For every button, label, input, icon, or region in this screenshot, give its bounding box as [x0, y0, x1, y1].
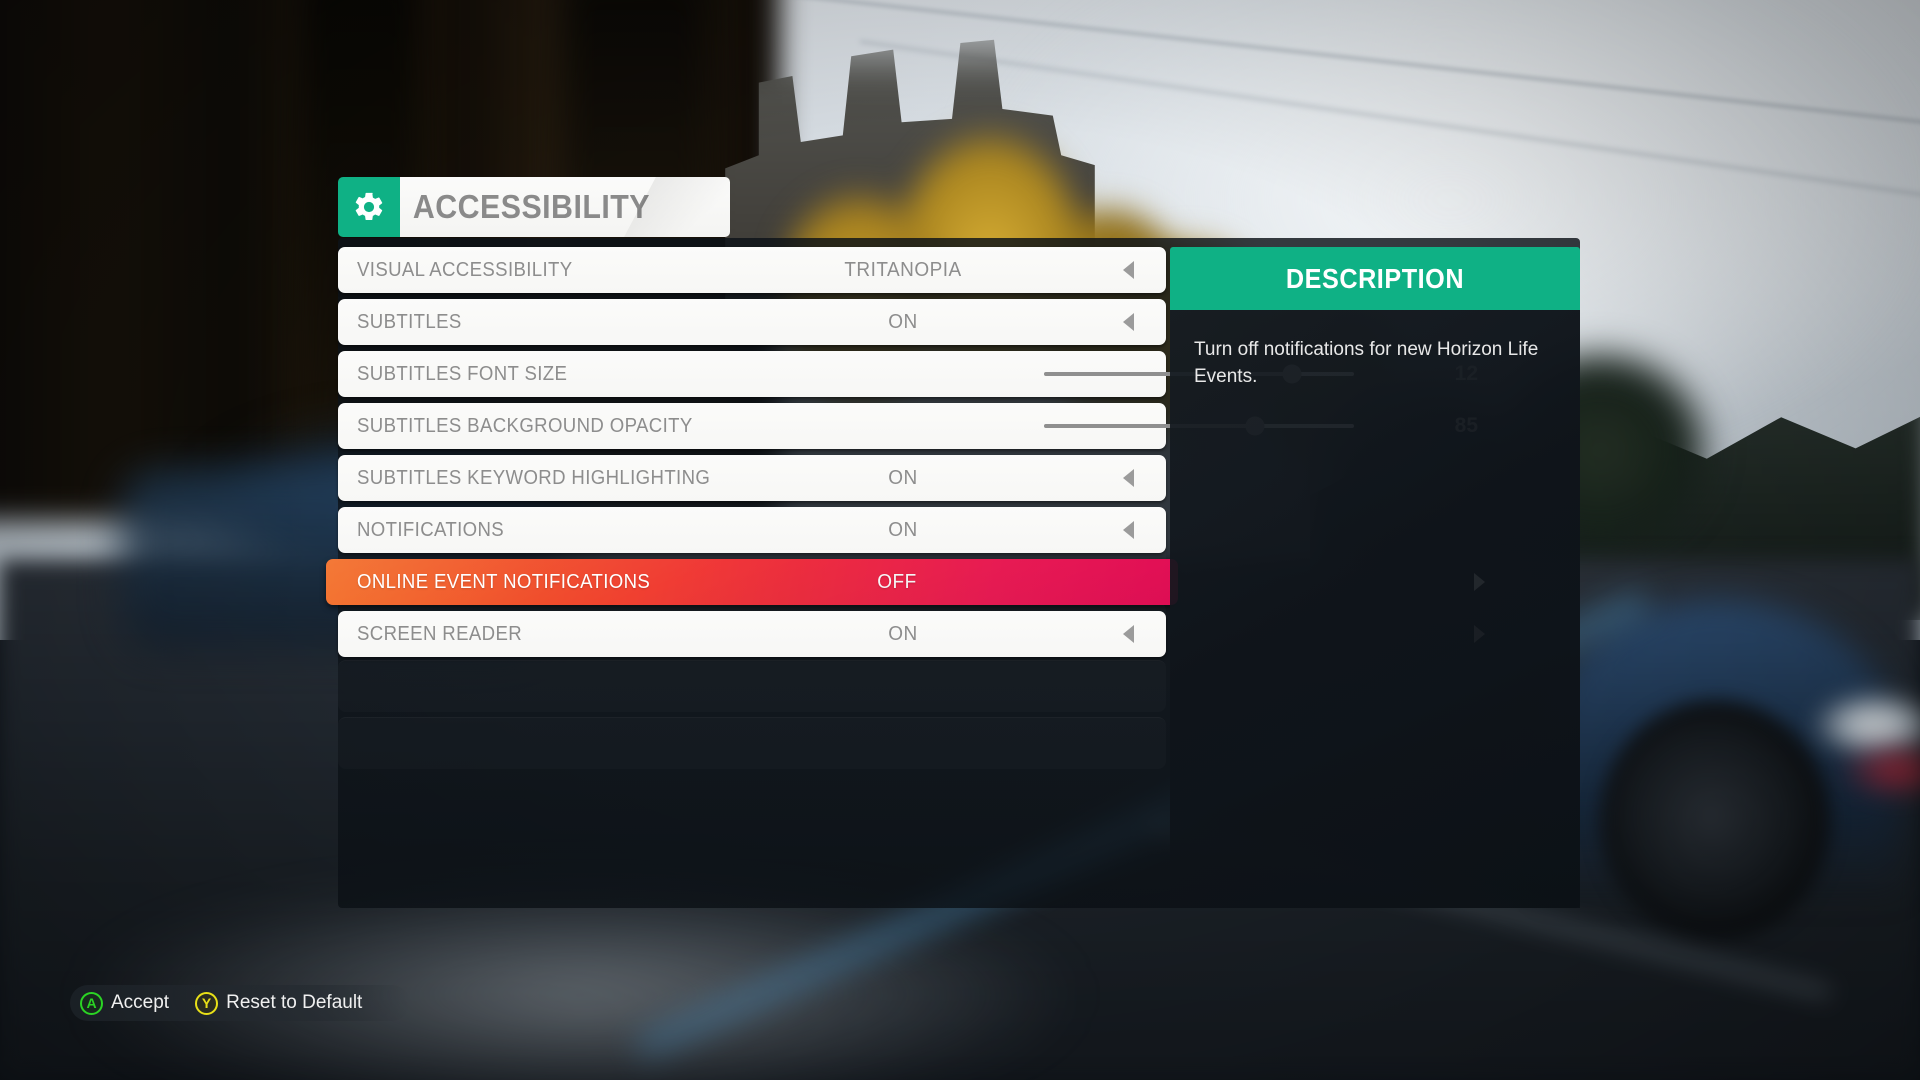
button-prompt-label: Reset to Default	[226, 992, 363, 1013]
description-header: DESCRIPTION	[1170, 247, 1580, 310]
page-title: ACCESSIBILITY	[412, 188, 650, 225]
setting-row[interactable]: SUBTITLES BACKGROUND OPACITY85	[338, 403, 1478, 449]
setting-row[interactable]: NOTIFICATIONS ON	[338, 507, 1166, 553]
setting-row[interactable]: VISUAL ACCESSIBILITY TRITANOPIA	[338, 247, 1485, 293]
gear-icon	[338, 177, 400, 237]
gamepad-y-button-icon: Y	[195, 991, 219, 1015]
description-panel: DESCRIPTION Turn off notifications for n…	[1170, 247, 1580, 908]
setting-row-label: SUBTITLES FONT SIZE	[357, 362, 568, 385]
setting-row[interactable]: SUBTITLES FONT SIZE12	[338, 351, 1478, 397]
setting-row[interactable]: SUBTITLES KEYWORD HIGHLIGHTING ON	[338, 455, 1166, 501]
page-header: ACCESSIBILITY	[338, 177, 730, 237]
button-prompt-bar: A Accept Y Reset to Default	[70, 985, 411, 1021]
button-prompt-label: Accept	[111, 992, 170, 1013]
gamepad-a-button-icon: A	[80, 991, 103, 1015]
setting-row[interactable]: ONLINE EVENT NOTIFICATIONS OFF	[326, 559, 1485, 605]
description-text: Turn off notifications for new Horizon L…	[1194, 339, 1539, 387]
button-prompt[interactable]: A Accept	[80, 991, 170, 1015]
button-prompt[interactable]: Y Reset to Default	[195, 991, 363, 1015]
setting-row[interactable]: SUBTITLES ON	[338, 299, 1166, 345]
setting-row-label: SUBTITLES BACKGROUND OPACITY	[357, 414, 693, 437]
empty-row-placeholder	[338, 660, 1166, 712]
empty-row-placeholder	[338, 717, 1166, 769]
setting-row[interactable]: SCREEN READER ON	[338, 611, 1485, 657]
description-title: DESCRIPTION	[1285, 262, 1465, 294]
page-title-container: ACCESSIBILITY	[400, 177, 730, 237]
description-body: Turn off notifications for new Horizon L…	[1170, 310, 1580, 908]
settings-list: VISUAL ACCESSIBILITY TRITANOPIA SUBTITLES O…	[326, 247, 1485, 663]
